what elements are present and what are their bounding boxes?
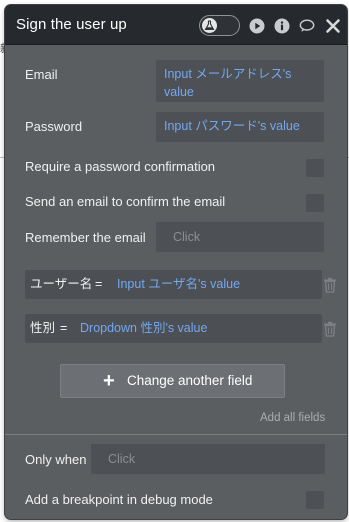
remember-email-input[interactable]: Click [156,222,324,252]
field-key: ユーザー名 [30,277,93,291]
breakpoint-checkbox[interactable] [306,491,324,509]
password-value-text: Input パスワード's value [164,119,300,133]
play-icon[interactable] [249,18,265,34]
panel-header[interactable]: Sign the user up [5,5,347,45]
only-when-label: Only when [25,452,87,467]
field-operator: = [95,277,103,291]
custom-field-row[interactable]: 性別 = Dropdown 性別's value [25,314,322,343]
remember-email-label: Remember the email [25,230,146,245]
panel-title: Sign the user up [16,16,127,33]
add-all-fields-link[interactable]: Add all fields [260,412,325,424]
require-confirmation-checkbox[interactable] [306,159,324,177]
section-divider [5,434,347,435]
change-another-field-label: Change another field [127,373,253,388]
only-when-input[interactable]: Click [91,444,325,474]
flask-icon [202,18,217,33]
email-label: Email [25,67,58,82]
close-icon[interactable] [325,18,341,34]
field-value[interactable]: Dropdown 性別's value [80,314,207,343]
email-value-text: Input メールアドレス's value [164,67,292,99]
require-confirmation-label: Require a password confirmation [25,159,216,174]
breakpoint-label: Add a breakpoint in debug mode [25,492,213,507]
comment-icon[interactable] [299,18,315,34]
field-operator: = [60,321,68,335]
plus-icon: + [103,370,115,392]
trash-icon[interactable] [323,321,337,337]
password-value-field[interactable]: Input パスワード's value [156,112,324,142]
field-value[interactable]: Input ユーザ名's value [117,270,240,299]
send-email-label: Send an email to confirm the email [25,194,226,209]
debug-toggle[interactable] [199,15,240,36]
password-label: Password [25,119,83,134]
change-another-field-button[interactable]: + Change another field [60,364,285,398]
trash-icon[interactable] [323,277,337,293]
custom-field-row[interactable]: ユーザー名 = Input ユーザ名's value [25,270,322,299]
info-icon[interactable] [274,18,290,34]
send-email-checkbox[interactable] [306,194,324,212]
field-key: 性別 [30,321,56,335]
action-property-editor: Sign the user up Email Input メールアドレス's v… [5,5,347,519]
email-value-field[interactable]: Input メールアドレス's value [156,60,324,102]
